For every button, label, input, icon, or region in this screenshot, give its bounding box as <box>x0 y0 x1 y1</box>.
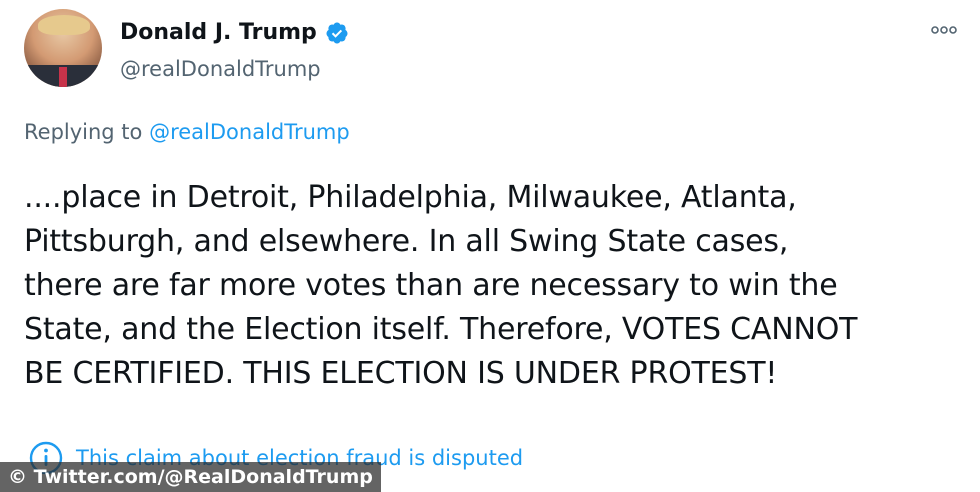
avatar[interactable] <box>24 9 102 87</box>
author-handle[interactable]: @realDonaldTrump <box>120 55 321 83</box>
author-name-row[interactable]: Donald J. Trump <box>120 19 349 47</box>
verified-badge-icon <box>326 22 348 44</box>
source-watermark: © Twitter.com/@RealDonaldTrump <box>0 462 381 492</box>
replying-to-prefix: Replying to <box>24 120 150 144</box>
avatar-tie <box>59 67 67 87</box>
replying-to-link[interactable]: @realDonaldTrump <box>149 120 350 144</box>
author-display-name[interactable]: Donald J. Trump <box>120 19 317 47</box>
tweet-text: ....place in Detroit, Philadelphia, Milw… <box>24 180 858 391</box>
more-options-icon[interactable] <box>928 18 960 42</box>
tweet-card: Donald J. Trump @realDonaldTrump Replyin… <box>0 0 980 492</box>
avatar-hair <box>38 15 90 35</box>
replying-to-line: Replying to @realDonaldTrump <box>24 118 350 146</box>
